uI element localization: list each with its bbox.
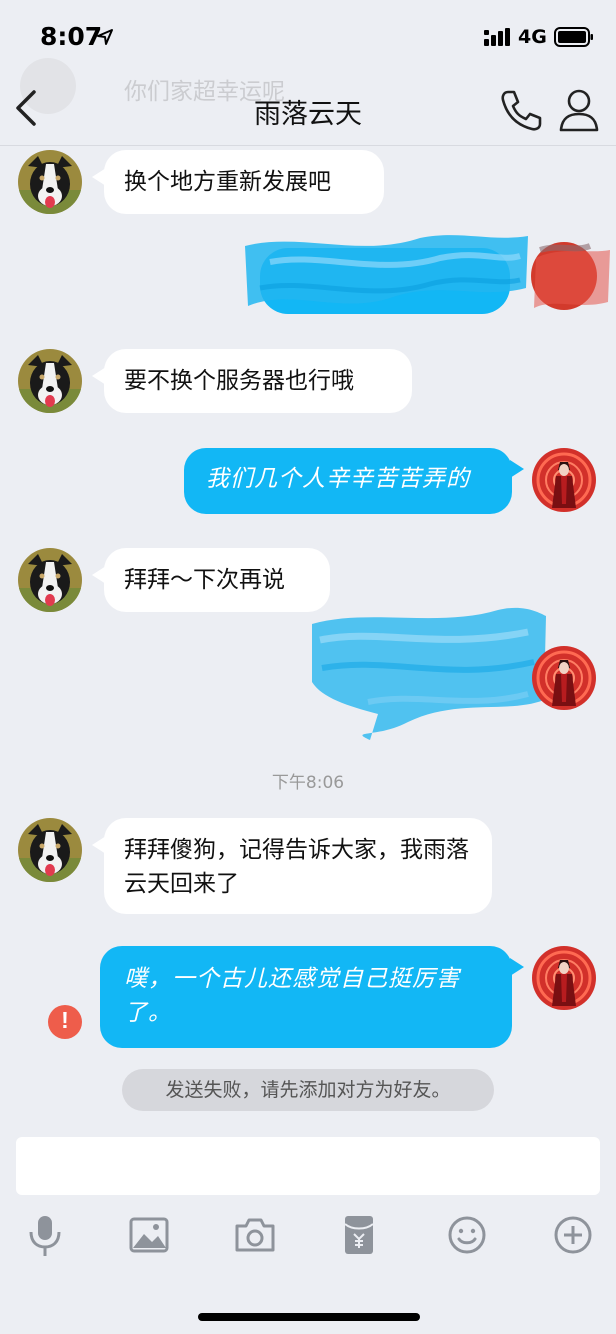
redacted-message-scribble [245,235,528,314]
outgoing-message-bubble-failed[interactable]: 噗，一个古儿还感觉自己挺厉害了。 [100,946,524,1048]
message-text: 要不换个服务器也行哦 [124,368,354,394]
incoming-message-bubble[interactable]: 要不换个服务器也行哦 [92,349,412,413]
status-time: 8:07 [40,22,103,51]
battery-icon [554,27,593,47]
error-badge-text: ! [61,1007,69,1033]
send-failed-icon[interactable]: ! [48,1005,82,1039]
self-avatar[interactable] [532,448,596,512]
phone-call-icon[interactable] [498,88,542,132]
self-avatar[interactable] [532,646,596,710]
outgoing-message-bubble[interactable]: 我们几个人辛辛苦苦弄的 [184,448,524,514]
message-text: 拜拜傻狗，记得告诉大家，我雨落云天回来了 [124,837,469,897]
plus-icon[interactable] [548,1210,598,1260]
location-arrow-icon [97,29,113,45]
message-text: 拜拜～下次再说 [124,567,285,593]
red-packet-icon[interactable] [334,1210,384,1260]
camera-icon[interactable] [230,1210,280,1260]
network-label: 4G [518,26,547,48]
contact-avatar[interactable] [18,349,82,413]
emoji-icon[interactable] [442,1210,492,1260]
redacted-message-scribble [312,607,546,740]
chat-toolbar [0,1210,616,1270]
message-input[interactable] [16,1137,600,1195]
incoming-message-bubble[interactable]: 换个地方重新发展吧 [92,150,384,214]
message-text: 噗，一个古儿还感觉自己挺厉害了。 [124,966,460,1026]
message-text: 换个地方重新发展吧 [124,169,331,195]
profile-icon[interactable] [558,88,600,132]
send-failure-notice: 发送失败，请先添加对方为好友。 [122,1069,494,1111]
home-indicator [198,1313,420,1321]
redacted-avatar-scribble [531,242,610,310]
contact-avatar[interactable] [18,818,82,882]
message-timestamp: 下午8:06 [271,773,345,793]
image-icon[interactable] [124,1210,174,1260]
nav-bar: 雨落云天 [0,70,616,146]
incoming-message-bubble[interactable]: 拜拜傻狗，记得告诉大家，我雨落云天回来了 [92,818,492,914]
send-failure-notice-text: 发送失败，请先添加对方为好友。 [165,1079,451,1101]
contact-avatar[interactable] [18,548,82,612]
microphone-icon[interactable] [20,1210,70,1260]
self-avatar[interactable] [532,946,596,1010]
message-text: 我们几个人辛辛苦苦弄的 [206,466,470,492]
contact-avatar[interactable] [18,150,82,214]
incoming-message-bubble[interactable]: 拜拜～下次再说 [92,548,330,612]
signal-strength-icon [484,28,510,46]
